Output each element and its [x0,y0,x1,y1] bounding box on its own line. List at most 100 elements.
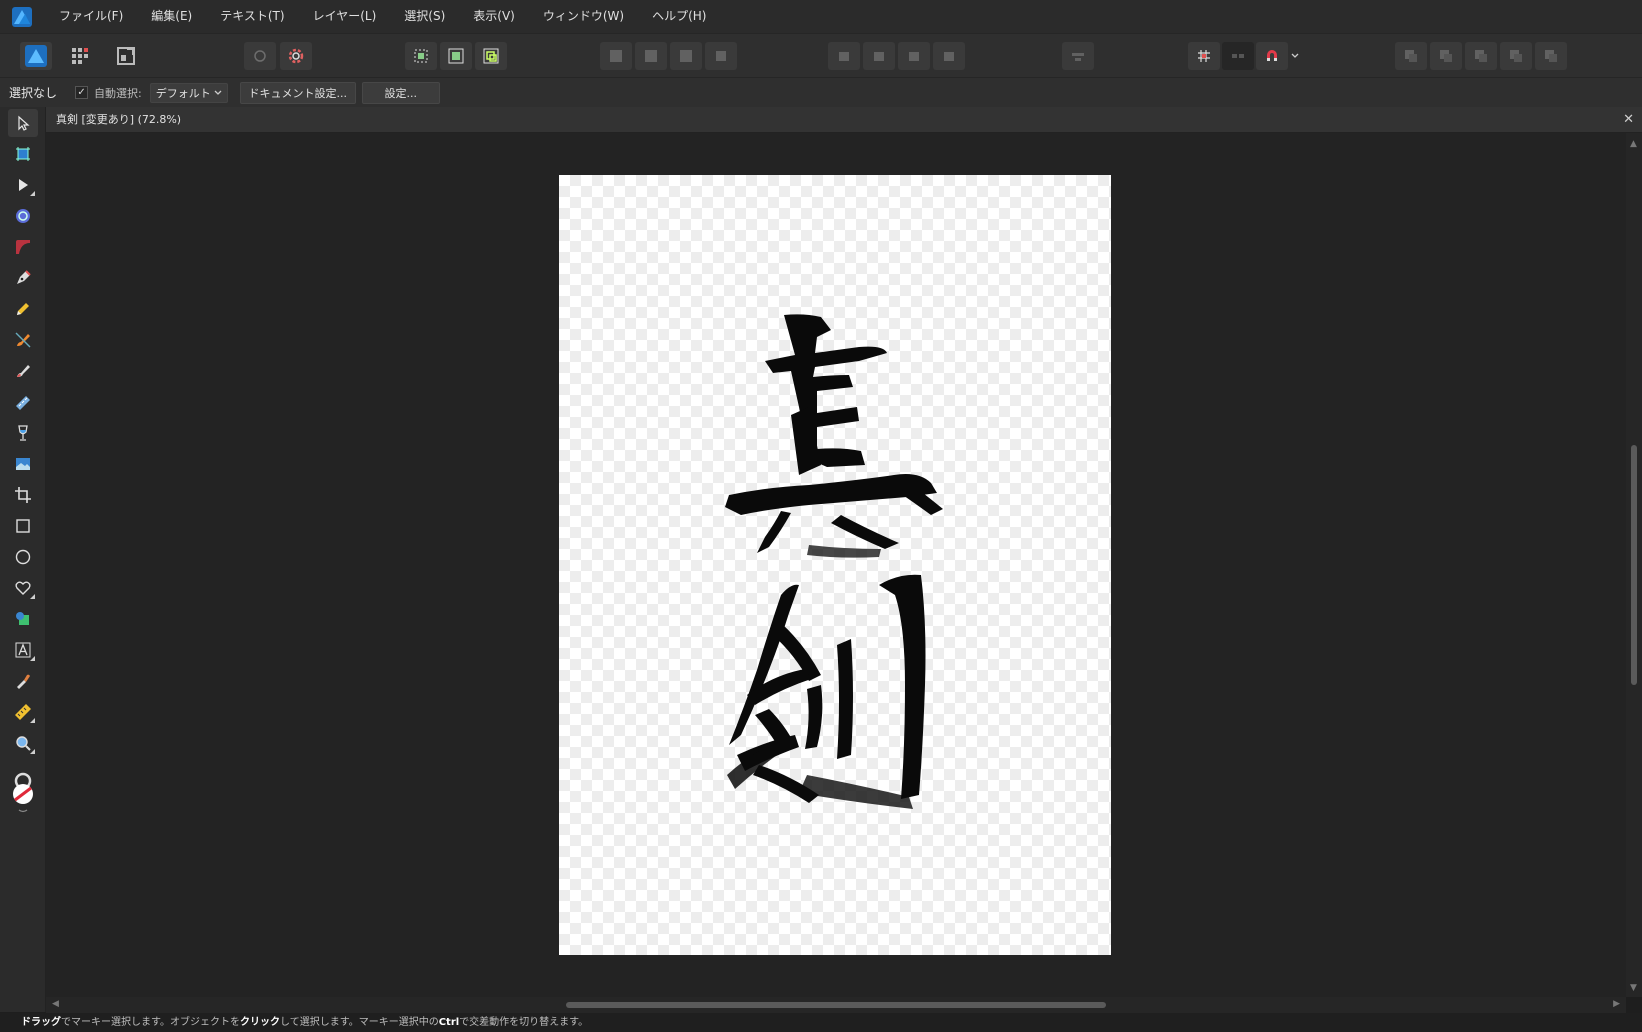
scroll-up-icon[interactable]: ▲ [1630,139,1637,149]
wine-glass-icon [18,425,28,441]
close-document-icon[interactable]: ✕ [1623,107,1634,133]
status-text-1: でマーキー選択します。オブジェクトを [61,1017,240,1028]
vector-brush-tool[interactable] [8,326,38,354]
corner-gear-icon [16,209,30,223]
shape-tool[interactable] [8,574,38,602]
pen-tool[interactable] [8,264,38,292]
snap-to-grid-button[interactable] [1188,42,1220,70]
arrange-back-button[interactable] [1500,42,1532,70]
calligraphy-artwork[interactable] [559,175,1111,955]
menu-help[interactable]: ヘルプ(H) [638,0,720,33]
fill-tool[interactable] [8,388,38,416]
snapping-mode-button[interactable] [1222,42,1254,70]
document-tab-title[interactable]: 真剣 [変更あり] (72.8%) [56,107,181,133]
auto-select-checkbox[interactable]: ✓ [75,86,89,99]
flip-vertical-button[interactable] [863,42,895,70]
select-inside-button[interactable] [440,42,472,70]
vertical-scrollbar[interactable]: ▲ ▼ [1626,133,1642,997]
affinity-designer-logo-icon[interactable] [11,6,33,28]
shapes-icon [16,612,29,625]
magnet-icon [1267,50,1277,61]
rectangle-tool[interactable] [8,512,38,540]
paint-brush-tool[interactable] [8,357,38,385]
flip-horizontal-button[interactable] [828,42,860,70]
pixel-persona-button[interactable] [64,42,96,70]
boolean-add-icon [610,50,622,62]
pencil-tool[interactable] [8,295,38,323]
point-transform-tool[interactable] [8,233,38,261]
measure-tool[interactable] [8,698,38,726]
group-button[interactable] [1535,42,1567,70]
transparency-tool[interactable] [8,419,38,447]
symbol-tool[interactable] [8,605,38,633]
settings-button[interactable]: 設定... [361,81,440,104]
snapping-options-button[interactable] [244,42,276,70]
menu-select[interactable]: 選択(S) [390,0,459,33]
boolean-add-button[interactable] [600,42,632,70]
corner-tool[interactable] [8,202,38,230]
status-click: クリック [240,1017,280,1028]
export-persona-button[interactable] [110,42,142,70]
move-tool[interactable] [8,109,38,137]
scroll-left-icon[interactable]: ◀ [52,999,59,1009]
rotate-right-button[interactable] [933,42,965,70]
boolean-xor-icon [716,51,726,61]
select-intersect-button[interactable] [475,42,507,70]
menu-layer[interactable]: レイヤー(L) [299,0,391,33]
select-intersect-icon [483,48,499,64]
canvas-area[interactable] [46,133,1626,997]
pixel-grid-icon [72,48,88,64]
snapping-dropdown[interactable] [1288,42,1302,70]
crop-icon [15,487,31,503]
crop-tool[interactable] [8,481,38,509]
document-setup-button[interactable]: ドキュメント設定... [239,81,356,104]
main-toolbar [0,33,1642,77]
image-icon [16,458,30,470]
circle-dot-icon [254,50,266,62]
zoom-tool[interactable] [8,729,38,757]
vertical-scroll-thumb[interactable] [1631,445,1637,685]
pen-nib-icon [17,270,31,284]
artistic-text-tool[interactable] [8,636,38,664]
place-image-tool[interactable] [8,450,38,478]
auto-select-value: デフォルト [155,86,211,100]
rectangle-icon [16,519,30,533]
menu-text[interactable]: テキスト(T) [206,0,298,33]
scroll-down-icon[interactable]: ▼ [1630,983,1637,993]
horizontal-scroll-thumb[interactable] [566,1002,1106,1008]
paint-brush-icon [17,365,30,377]
boolean-subtract-button[interactable] [635,42,667,70]
boolean-intersect-button[interactable] [670,42,702,70]
artboard-tool[interactable] [8,140,38,168]
artboard[interactable] [559,175,1111,955]
fill-stroke-swatch[interactable] [8,771,38,817]
arrange-forward-button[interactable] [1430,42,1462,70]
align-button[interactable] [1062,42,1094,70]
arrange-front-button[interactable] [1395,42,1427,70]
marquee-select-button[interactable] [405,42,437,70]
boolean-xor-button[interactable] [705,42,737,70]
arrange-forward-icon [1440,50,1452,62]
node-tool[interactable] [8,171,38,199]
magnet-snapping-button[interactable] [1256,42,1288,70]
auto-select-dropdown[interactable]: デフォルト [149,82,228,103]
menu-bar: ファイル(F) 編集(E) テキスト(T) レイヤー(L) 選択(S) 表示(V… [0,0,1642,33]
chevron-down-icon [1291,53,1299,58]
node-arrow-icon [19,179,28,191]
arrange-back-icon [1510,50,1522,62]
ellipse-tool[interactable] [8,543,38,571]
preferences-gear-button[interactable] [280,42,312,70]
document-tab-bar: 真剣 [変更あり] (72.8%) ✕ [46,107,1642,133]
rotate-left-icon [909,52,919,61]
menu-edit[interactable]: 編集(E) [137,0,206,33]
color-picker-tool[interactable] [8,667,38,695]
menu-file[interactable]: ファイル(F) [45,0,137,33]
scroll-right-icon[interactable]: ▶ [1613,999,1620,1009]
rotate-left-button[interactable] [898,42,930,70]
menu-window[interactable]: ウィンドウ(W) [529,0,638,33]
eyedropper-icon [17,674,30,689]
menu-view[interactable]: 表示(V) [459,0,529,33]
arrange-backward-button[interactable] [1465,42,1497,70]
designer-persona-button[interactable] [20,42,52,70]
horizontal-scrollbar[interactable]: ◀ ▶ [46,997,1626,1013]
